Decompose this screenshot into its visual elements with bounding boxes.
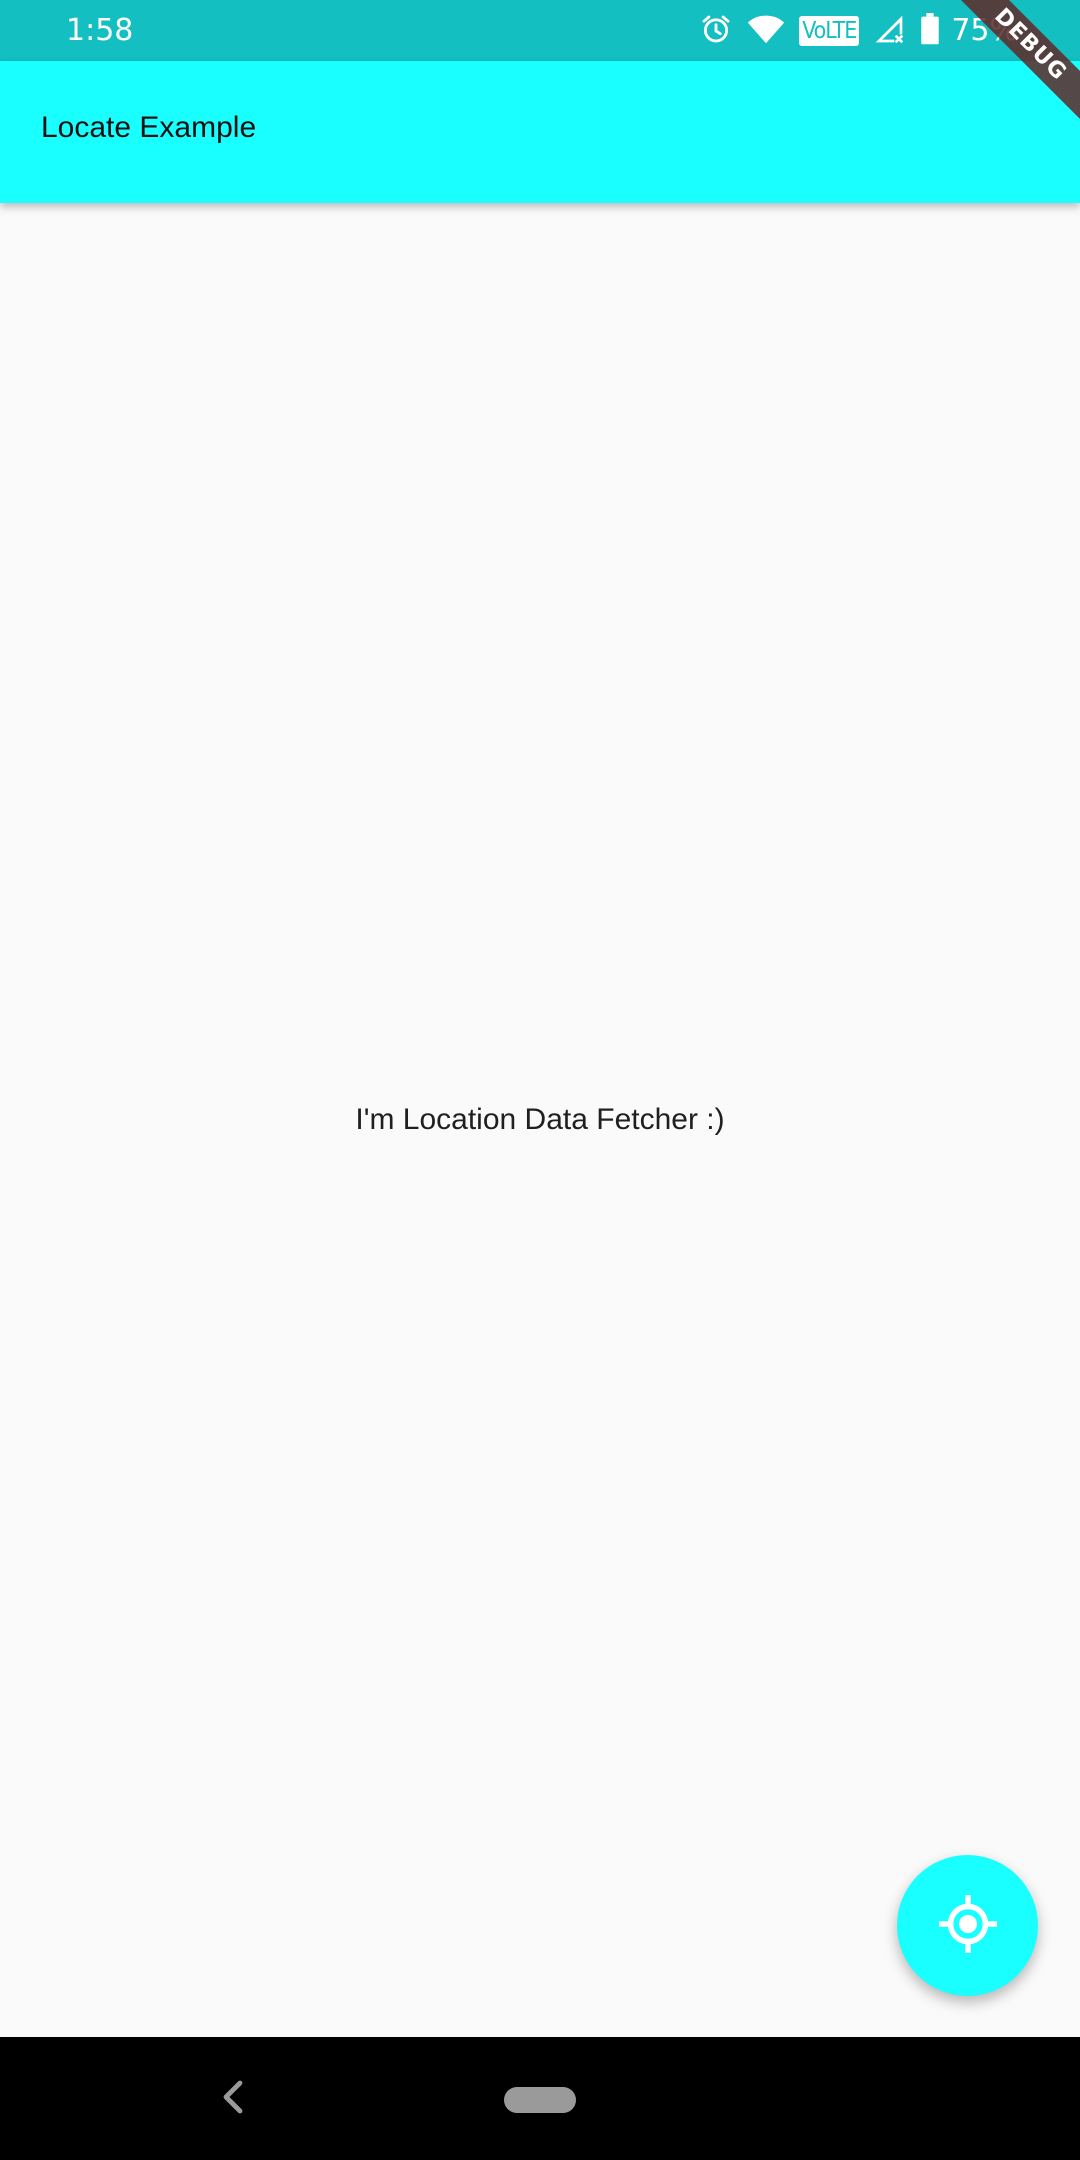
page-title: Locate Example bbox=[41, 111, 257, 144]
battery-icon bbox=[919, 13, 941, 49]
status-time: 1:58 bbox=[66, 13, 134, 48]
nav-bar bbox=[0, 2037, 1080, 2160]
app-bar: Locate Example bbox=[0, 61, 1080, 203]
wifi-icon bbox=[747, 14, 785, 48]
status-icons: VoLTE 75% bbox=[685, 12, 1018, 50]
back-icon[interactable] bbox=[218, 2077, 248, 2117]
locate-fab-button[interactable] bbox=[897, 1855, 1038, 1996]
home-pill-button[interactable] bbox=[504, 2087, 576, 2113]
battery-percent: 75% bbox=[951, 13, 1018, 48]
volte-icon: VoLTE bbox=[799, 16, 860, 46]
location-message: I'm Location Data Fetcher :) bbox=[355, 1103, 725, 1136]
signal-icon bbox=[873, 13, 905, 49]
my-location-icon bbox=[938, 1894, 998, 1958]
status-bar: 1:58 VoLTE 75% bbox=[0, 0, 1080, 61]
screen: 1:58 VoLTE 75% DEBUG Locate Example I'm … bbox=[0, 0, 1080, 2160]
alarm-icon bbox=[699, 12, 733, 50]
